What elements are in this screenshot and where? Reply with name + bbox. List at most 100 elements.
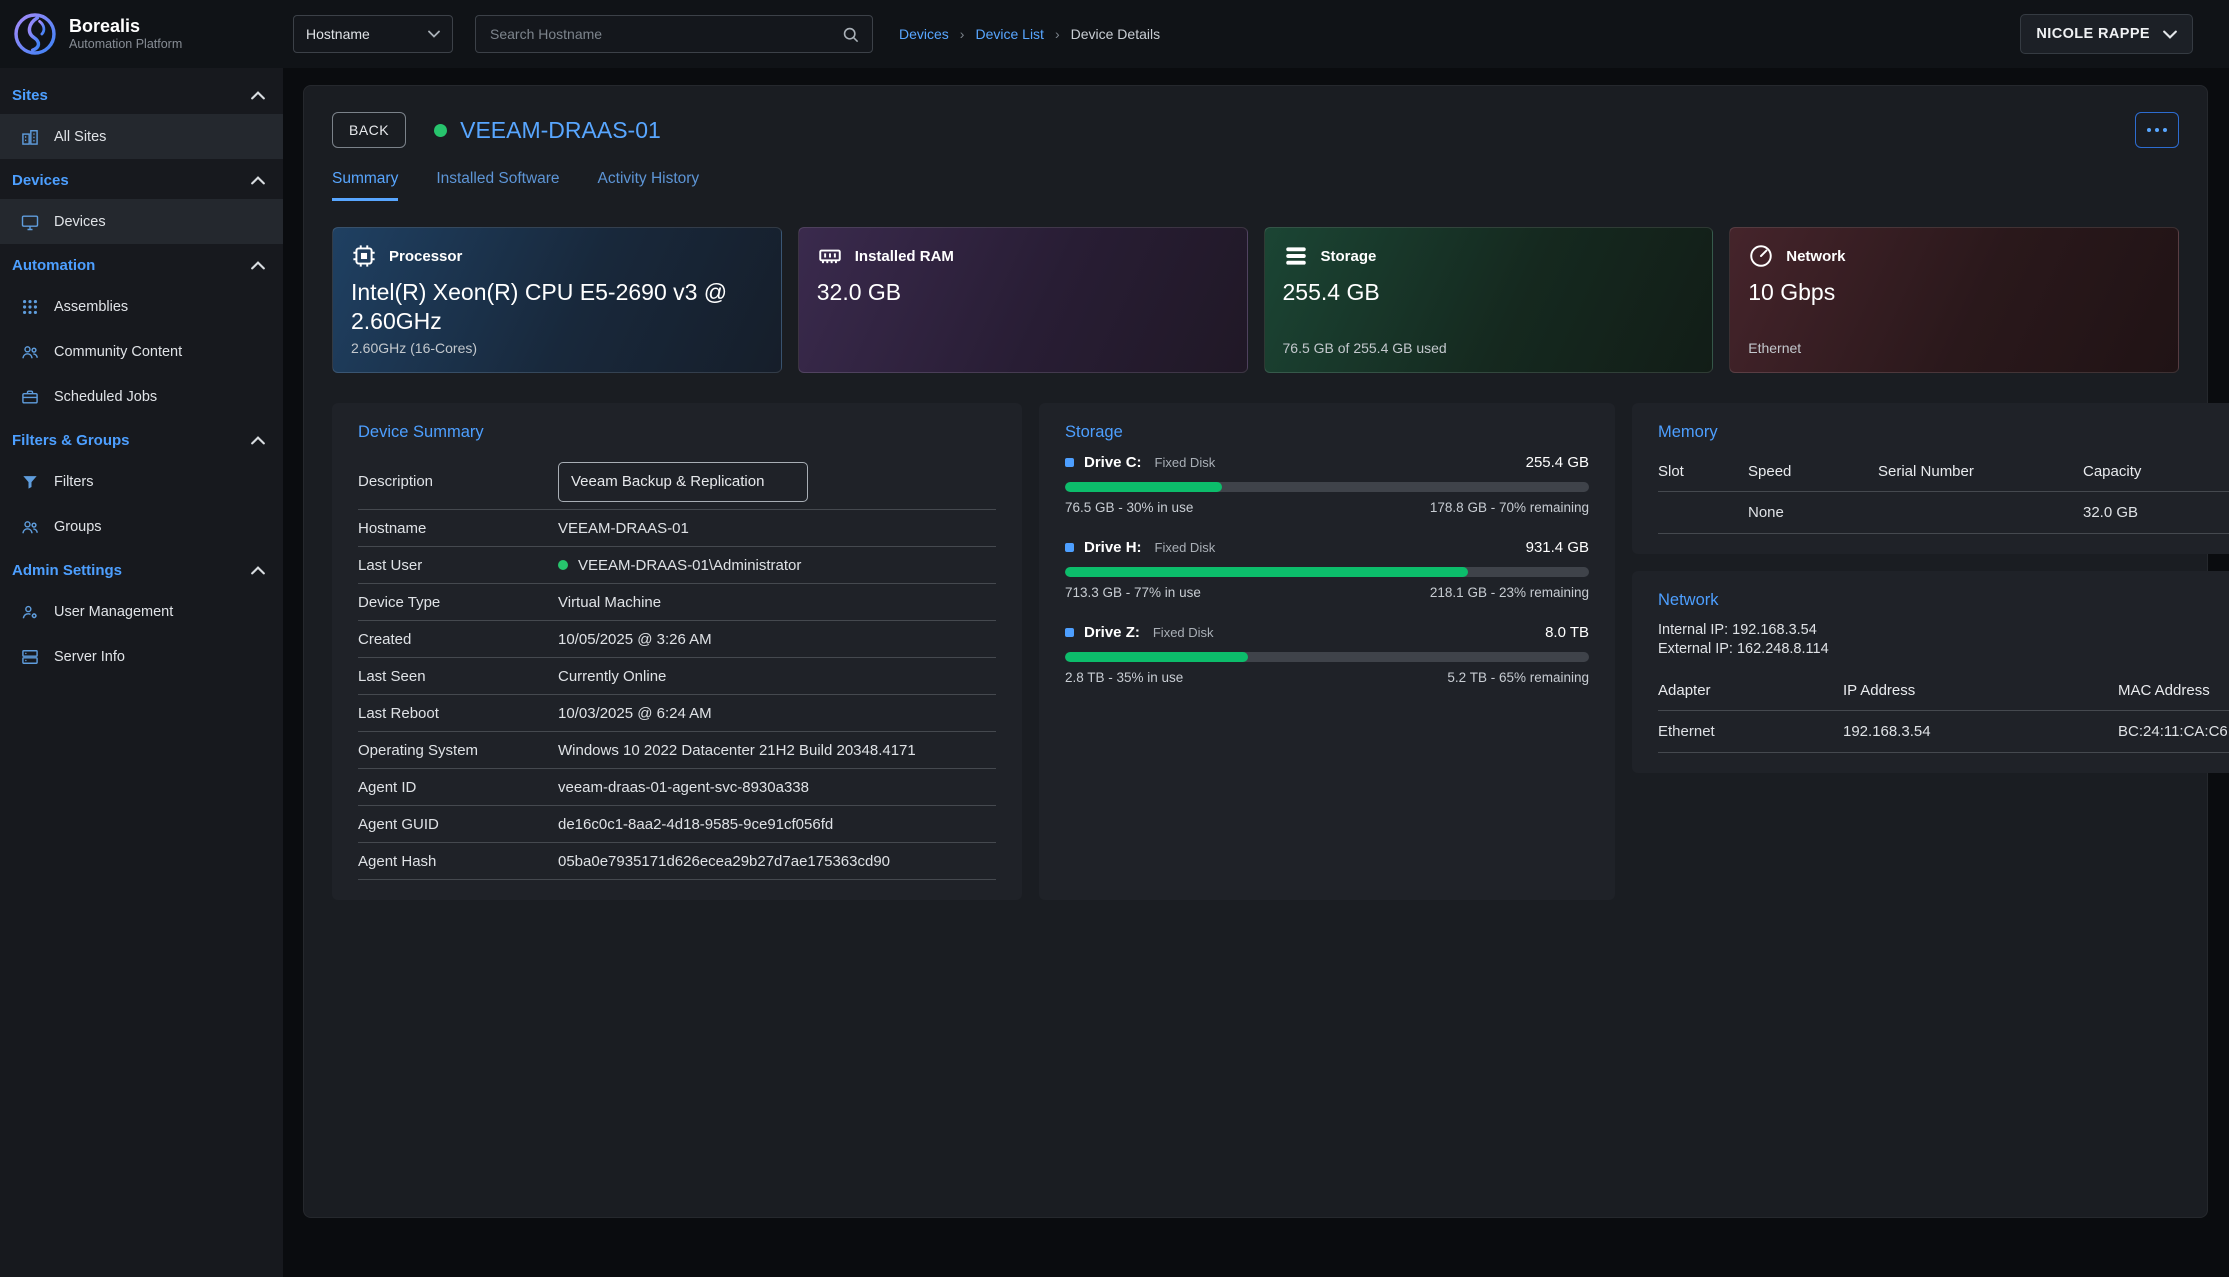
search-icon[interactable] (841, 25, 860, 44)
drive-size: 255.4 GB (1526, 454, 1589, 471)
sidebar-section-automation[interactable]: Automation (0, 244, 283, 284)
table-row: Agent GUID de16c0c1-8aa2-4d18-9585-9ce91… (358, 806, 996, 843)
cpu-icon (351, 243, 377, 269)
network-value: 10 Gbps (1748, 278, 2135, 307)
section-label: Filters & Groups (12, 432, 130, 449)
row-value: 10/05/2025 @ 3:26 AM (558, 631, 712, 648)
sidebar-item-label: All Sites (54, 129, 106, 145)
table-row: Last Seen Currently Online (358, 658, 996, 695)
sidebar-section-sites[interactable]: Sites (0, 74, 283, 114)
sidebar-item-groups[interactable]: Groups (0, 504, 283, 549)
card-label: Storage (1321, 248, 1377, 265)
breadcrumb: Devices › Device List › Device Details (899, 26, 1160, 42)
memory-slot (1658, 492, 1748, 534)
detail-panels: Device Summary Description Hostname VEEA… (332, 403, 2179, 900)
row-label: Agent ID (358, 779, 558, 796)
tab-summary[interactable]: Summary (332, 170, 398, 201)
tab-activity-history[interactable]: Activity History (598, 170, 700, 201)
drive-used: 76.5 GB - 30% in use (1065, 500, 1193, 515)
sidebar-section-admin-settings[interactable]: Admin Settings (0, 549, 283, 589)
column-header: MAC Address (2118, 673, 2229, 711)
chevron-down-icon (2163, 30, 2177, 39)
tab-installed-software[interactable]: Installed Software (436, 170, 559, 201)
online-status-dot (434, 124, 447, 137)
top-bar: Borealis Automation Platform Hostname De… (0, 0, 2229, 68)
section-label: Devices (12, 172, 69, 189)
sidebar-item-label: Devices (54, 214, 106, 230)
panel-title: Device Summary (358, 423, 996, 442)
card-label: Processor (389, 248, 462, 265)
row-value: veeam-draas-01-agent-svc-8930a338 (558, 779, 809, 796)
page-header: BACK VEEAM-DRAAS-01 (332, 112, 2179, 148)
user-menu-label: NICOLE RAPPE (2036, 26, 2150, 42)
user-gear-icon (20, 602, 40, 622)
drive-usage-bar (1065, 652, 1589, 662)
speedometer-icon (1748, 243, 1774, 269)
storage-stack-icon (1283, 243, 1309, 269)
column-header: Serial Number (1878, 454, 2083, 492)
network-footer: Ethernet (1748, 340, 2160, 357)
back-button[interactable]: BACK (332, 112, 406, 148)
dot-icon (2147, 128, 2151, 132)
column-header: Slot (1658, 454, 1748, 492)
hostname-filter-dropdown[interactable]: Hostname (293, 15, 453, 53)
sidebar-item-scheduled-jobs[interactable]: Scheduled Jobs (0, 374, 283, 419)
grid-icon (20, 297, 40, 317)
drive-type: Fixed Disk (1155, 540, 1216, 555)
sidebar-item-server-info[interactable]: Server Info (0, 634, 283, 679)
adapter-ip: 192.168.3.54 (1843, 711, 2118, 753)
sidebar-item-devices[interactable]: Devices (0, 199, 283, 244)
drive-row: Drive H: Fixed Disk 931.4 GB 713.3 GB - … (1065, 539, 1589, 600)
table-row: Hostname VEEAM-DRAAS-01 (358, 510, 996, 547)
description-input[interactable] (558, 462, 808, 502)
drive-remaining: 218.1 GB - 23% remaining (1430, 585, 1589, 600)
drive-usage-bar (1065, 482, 1589, 492)
storage-footer: 76.5 GB of 255.4 GB used (1283, 340, 1695, 357)
row-value: 05ba0e7935171d626ecea29b27d7ae175363cd90 (558, 853, 890, 870)
drive-row: Drive Z: Fixed Disk 8.0 TB 2.8 TB - 35% … (1065, 624, 1589, 685)
sidebar-section-devices[interactable]: Devices (0, 159, 283, 199)
drive-remaining: 178.8 GB - 70% remaining (1430, 500, 1589, 515)
ram-footer (817, 340, 1229, 357)
column-header: IP Address (1843, 673, 2118, 711)
panel-title: Memory (1658, 423, 2229, 442)
brand-name: Borealis (69, 16, 182, 38)
row-label: Last User (358, 557, 558, 574)
device-details-container: BACK VEEAM-DRAAS-01 Summary Installed So… (303, 85, 2208, 1218)
breadcrumb-separator: › (960, 26, 965, 42)
drive-bullet-icon (1065, 458, 1074, 467)
sidebar-item-community-content[interactable]: Community Content (0, 329, 283, 374)
drive-name: Drive Z: (1084, 624, 1140, 641)
stat-cards: Processor Intel(R) Xeon(R) CPU E5-2690 v… (332, 227, 2179, 373)
sidebar-section-filters-groups[interactable]: Filters & Groups (0, 419, 283, 459)
search-input[interactable] (488, 25, 841, 43)
sidebar-item-user-management[interactable]: User Management (0, 589, 283, 634)
drive-usage-fill (1065, 482, 1222, 492)
drive-bullet-icon (1065, 543, 1074, 552)
sidebar-item-all-sites[interactable]: All Sites (0, 114, 283, 159)
row-value: Virtual Machine (558, 594, 661, 611)
breadcrumb-device-list[interactable]: Device List (975, 26, 1043, 42)
ram-value: 32.0 GB (817, 278, 1204, 307)
hostname-filter-value: Hostname (306, 26, 370, 42)
briefcase-icon (20, 387, 40, 407)
row-value: VEEAM-DRAAS-01\Administrator (578, 557, 801, 574)
breadcrumb-devices[interactable]: Devices (899, 26, 949, 42)
more-options-button[interactable] (2135, 112, 2179, 148)
sidebar: Sites All Sites Devices Devices Automati… (0, 68, 283, 1277)
sidebar-item-filters[interactable]: Filters (0, 459, 283, 504)
sidebar-item-label: Filters (54, 474, 93, 490)
row-value: Windows 10 2022 Datacenter 21H2 Build 20… (558, 742, 916, 759)
table-row: Last User VEEAM-DRAAS-01\Administrator (358, 547, 996, 584)
sidebar-item-label: Scheduled Jobs (54, 389, 157, 405)
table-row: Agent Hash 05ba0e7935171d626ecea29b27d7a… (358, 843, 996, 880)
user-menu-button[interactable]: NICOLE RAPPE (2020, 14, 2193, 54)
sidebar-item-assemblies[interactable]: Assemblies (0, 284, 283, 329)
row-label: Description (358, 473, 558, 490)
processor-card: Processor Intel(R) Xeon(R) CPU E5-2690 v… (332, 227, 782, 373)
row-value: 10/03/2025 @ 6:24 AM (558, 705, 712, 722)
monitor-icon (20, 212, 40, 232)
right-column: Memory Slot Speed Serial Number Capacity… (1632, 403, 2229, 900)
online-status-dot (558, 560, 568, 570)
chevron-up-icon (251, 176, 265, 185)
